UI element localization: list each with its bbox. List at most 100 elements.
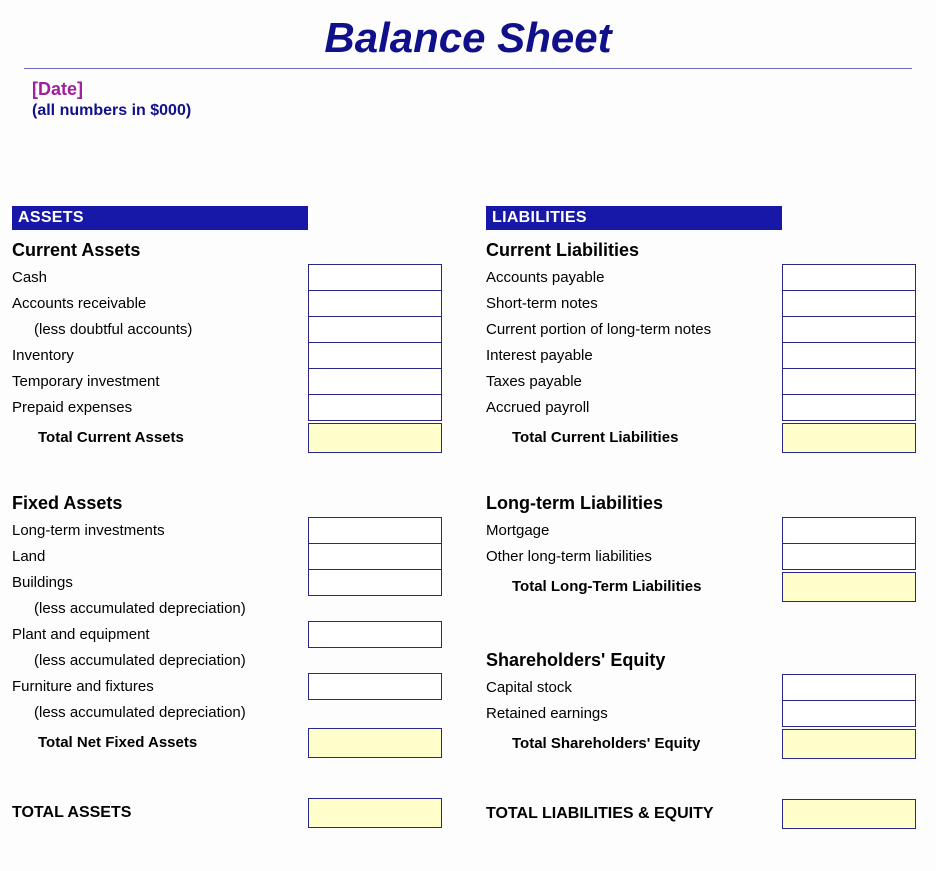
- total-current-assets-label: Total Current Assets: [12, 421, 308, 455]
- total-current-assets-cell[interactable]: [308, 423, 442, 453]
- total-liabilities-equity-label: TOTAL LIABILITIES & EQUITY: [486, 805, 782, 823]
- line-item-cell[interactable]: [308, 673, 442, 700]
- total-shareholders-equity-label: Total Shareholders' Equity: [486, 727, 782, 761]
- total-current-assets-row: Total Current Assets: [12, 421, 450, 455]
- line-item-row: Taxes payable: [486, 369, 924, 395]
- empty-cell-spacer: [308, 596, 442, 622]
- line-item-cell[interactable]: [308, 569, 442, 596]
- line-item-label: Mortgage: [486, 518, 782, 544]
- units-note: (all numbers in $000): [32, 102, 930, 120]
- empty-cell-spacer: [308, 648, 442, 674]
- line-item-label: Inventory: [12, 343, 308, 369]
- line-item-label: Plant and equipment: [12, 622, 308, 648]
- title-divider: [24, 68, 912, 69]
- assets-column: ASSETS Current Assets CashAccounts recei…: [12, 206, 450, 831]
- line-item-cell[interactable]: [782, 543, 916, 570]
- total-fixed-assets-row: Total Net Fixed Assets: [12, 726, 450, 760]
- line-item-label: Accrued payroll: [486, 395, 782, 421]
- line-item-label: Taxes payable: [486, 369, 782, 395]
- current-liabilities-heading: Current Liabilities: [486, 240, 924, 261]
- line-item-row: Other long-term liabilities: [486, 544, 924, 570]
- line-item-label: Buildings: [12, 570, 308, 596]
- empty-cell-spacer: [308, 700, 442, 726]
- line-item-row: Temporary investment: [12, 369, 450, 395]
- date-placeholder[interactable]: [Date]: [32, 79, 930, 100]
- line-item-cell[interactable]: [308, 368, 442, 395]
- line-item-label: Short-term notes: [486, 291, 782, 317]
- line-item-cell[interactable]: [782, 316, 916, 343]
- line-item-cell[interactable]: [308, 264, 442, 291]
- total-current-liabilities-cell[interactable]: [782, 423, 916, 453]
- balance-sheet-page: Balance Sheet [Date] (all numbers in $00…: [0, 0, 936, 871]
- line-item-label: (less accumulated depreciation): [12, 648, 308, 674]
- line-item-row: Long-term investments: [12, 518, 450, 544]
- line-item-cell[interactable]: [308, 316, 442, 343]
- line-item-cell[interactable]: [782, 517, 916, 544]
- line-item-label: (less doubtful accounts): [12, 317, 308, 343]
- current-assets-heading: Current Assets: [12, 240, 450, 261]
- line-item-label: Other long-term liabilities: [486, 544, 782, 570]
- line-item-row: Buildings: [12, 570, 450, 596]
- line-item-cell[interactable]: [782, 674, 916, 701]
- line-item-label: Long-term investments: [12, 518, 308, 544]
- line-item-label: Capital stock: [486, 675, 782, 701]
- line-item-row: Interest payable: [486, 343, 924, 369]
- fixed-assets-rows: Long-term investmentsLandBuildings(less …: [12, 518, 450, 726]
- line-item-row: Capital stock: [486, 675, 924, 701]
- line-item-row: Furniture and fixtures: [12, 674, 450, 700]
- line-item-cell[interactable]: [308, 342, 442, 369]
- line-item-cell[interactable]: [782, 342, 916, 369]
- line-item-row: (less accumulated depreciation): [12, 700, 450, 726]
- line-item-label: (less accumulated depreciation): [12, 596, 308, 622]
- total-assets-cell[interactable]: [308, 798, 442, 828]
- total-longterm-liabilities-cell[interactable]: [782, 572, 916, 602]
- line-item-label: Prepaid expenses: [12, 395, 308, 421]
- line-item-cell[interactable]: [782, 264, 916, 291]
- line-item-label: Land: [12, 544, 308, 570]
- line-item-cell[interactable]: [782, 290, 916, 317]
- total-longterm-liabilities-label: Total Long-Term Liabilities: [486, 570, 782, 604]
- line-item-cell[interactable]: [308, 517, 442, 544]
- line-item-label: Current portion of long-term notes: [486, 317, 782, 343]
- line-item-cell[interactable]: [782, 368, 916, 395]
- longterm-liabilities-heading: Long-term Liabilities: [486, 493, 924, 514]
- line-item-cell[interactable]: [308, 290, 442, 317]
- liabilities-column: LIABILITIES Current Liabilities Accounts…: [486, 206, 924, 831]
- total-longterm-liabilities-row: Total Long-Term Liabilities: [486, 570, 924, 604]
- line-item-cell[interactable]: [308, 394, 442, 421]
- line-item-row: Accounts payable: [486, 265, 924, 291]
- line-item-label: Retained earnings: [486, 701, 782, 727]
- line-item-row: (less accumulated depreciation): [12, 596, 450, 622]
- line-item-row: Mortgage: [486, 518, 924, 544]
- line-item-cell[interactable]: [782, 700, 916, 727]
- line-item-row: Prepaid expenses: [12, 395, 450, 421]
- line-item-label: Interest payable: [486, 343, 782, 369]
- shareholders-equity-heading: Shareholders' Equity: [486, 650, 924, 671]
- meta-block: [Date] (all numbers in $000): [6, 79, 930, 120]
- line-item-row: Current portion of long-term notes: [486, 317, 924, 343]
- liabilities-bar: LIABILITIES: [486, 206, 782, 230]
- total-current-liabilities-label: Total Current Liabilities: [486, 421, 782, 455]
- line-item-row: Retained earnings: [486, 701, 924, 727]
- line-item-label: Accounts receivable: [12, 291, 308, 317]
- line-item-row: Inventory: [12, 343, 450, 369]
- total-assets-label: TOTAL ASSETS: [12, 804, 308, 822]
- line-item-cell[interactable]: [308, 621, 442, 648]
- total-assets-row: TOTAL ASSETS: [12, 796, 450, 830]
- total-liabilities-equity-cell[interactable]: [782, 799, 916, 829]
- columns: ASSETS Current Assets CashAccounts recei…: [6, 206, 930, 831]
- total-fixed-assets-cell[interactable]: [308, 728, 442, 758]
- page-title: Balance Sheet: [6, 0, 930, 68]
- line-item-row: Cash: [12, 265, 450, 291]
- total-shareholders-equity-cell[interactable]: [782, 729, 916, 759]
- assets-bar: ASSETS: [12, 206, 308, 230]
- line-item-label: Accounts payable: [486, 265, 782, 291]
- line-item-row: Short-term notes: [486, 291, 924, 317]
- total-shareholders-equity-row: Total Shareholders' Equity: [486, 727, 924, 761]
- line-item-row: Plant and equipment: [12, 622, 450, 648]
- line-item-row: Accrued payroll: [486, 395, 924, 421]
- line-item-label: Temporary investment: [12, 369, 308, 395]
- line-item-cell[interactable]: [782, 394, 916, 421]
- line-item-cell[interactable]: [308, 543, 442, 570]
- current-assets-rows: CashAccounts receivable(less doubtful ac…: [12, 265, 450, 421]
